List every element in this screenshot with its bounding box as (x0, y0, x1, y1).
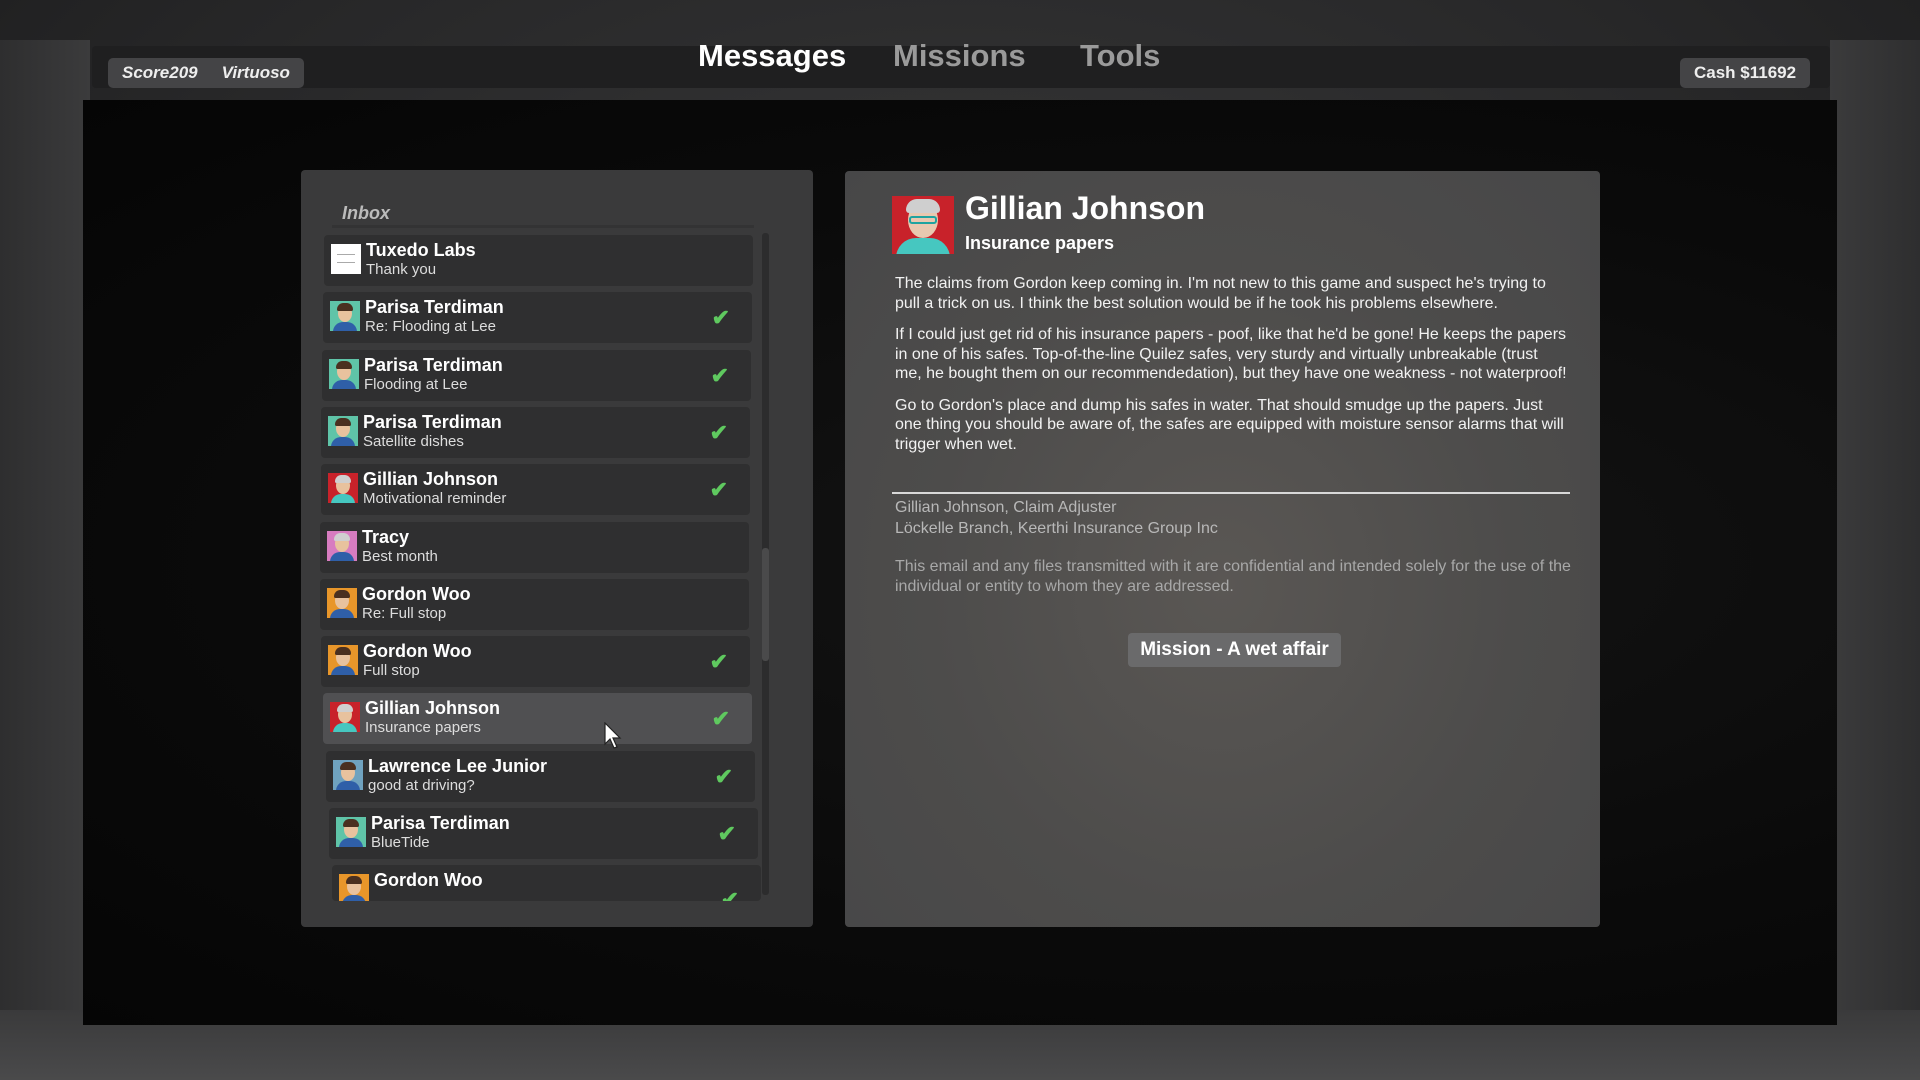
inbox-item-sender: Gillian Johnson (363, 469, 499, 490)
sender-avatar (327, 587, 357, 618)
inbox-scrollbar[interactable] (762, 233, 769, 895)
cash-badge: Cash $11692 (1680, 58, 1811, 88)
signature: Gillian Johnson, Claim Adjuster Löckelle… (895, 497, 1218, 539)
inbox-item-sender: Gordon Woo (374, 870, 483, 891)
sender-avatar (329, 358, 359, 389)
signature-line: Gillian Johnson, Claim Adjuster (895, 499, 1117, 516)
inbox-item[interactable]: Parisa Terdiman Flooding at Lee ✔ (322, 349, 751, 401)
check-icon: ✔ (711, 706, 730, 732)
sender-avatar (328, 415, 358, 446)
inbox-item-subject: BlueTide (371, 834, 430, 851)
inbox-item-sender: Parisa Terdiman (371, 813, 510, 833)
inbox-item[interactable]: Gordon Woo Full stop ✔ (321, 636, 750, 688)
mouse-pointer-icon (604, 722, 622, 749)
wall-left (0, 40, 90, 1080)
inbox-item-subject: good at driving? (368, 776, 475, 794)
inbox-item[interactable]: Parisa Terdiman Re: Flooding at Lee ✔ (323, 292, 752, 344)
sender-avatar (331, 244, 361, 274)
inbox-item-sender: Tracy (362, 526, 410, 547)
tab-missions[interactable]: Missions (893, 38, 1026, 74)
message-subject: Insurance papers (965, 233, 1115, 253)
score-badge: Score209 Virtuoso (108, 58, 304, 88)
inbox-item-subject: Thank you (366, 261, 437, 278)
inbox-item[interactable]: Parisa Terdiman Satellite dishes ✔ (321, 406, 750, 458)
inbox-item-sender: Gordon Woo (362, 583, 471, 604)
sender-avatar (328, 645, 358, 676)
check-icon: ✔ (710, 362, 729, 388)
inbox-item-sender: Tuxedo Labs (366, 240, 476, 260)
inbox-item-subject: Flooding at Lee (364, 375, 468, 393)
inbox-item-subject: Motivational reminder (363, 490, 507, 508)
message-paragraph: Go to Gordon's place and dump his safes … (895, 396, 1564, 453)
sender-avatar (892, 196, 954, 254)
sender-avatar (333, 759, 363, 790)
score-value: Score209 (122, 63, 198, 82)
check-icon: ✔ (717, 821, 736, 846)
inbox-item-subject: Re: Flooding at Lee (365, 318, 496, 336)
inbox-item-sender: Gordon Woo (363, 641, 472, 662)
inbox-item[interactable]: Gillian Johnson Motivational reminder ✔ (321, 464, 750, 516)
wall-right (1830, 40, 1920, 1080)
signature-line: Löckelle Branch, Keerthi Insurance Group… (895, 520, 1218, 537)
check-icon: ✔ (709, 477, 728, 503)
message-sender: Gillian Johnson (965, 190, 1206, 226)
inbox-label: Inbox (342, 203, 390, 223)
check-icon: ✔ (711, 305, 730, 331)
inbox-item[interactable]: Tracy Best month (320, 521, 749, 573)
check-icon: ✔ (709, 419, 728, 445)
mission-button[interactable]: Mission - A wet affair (1128, 633, 1341, 667)
inbox-item-subject: Insurance papers (365, 719, 481, 737)
inbox-item[interactable]: Tuxedo Labs Thank you (324, 235, 753, 286)
check-icon: ✔ (714, 763, 733, 789)
inbox-item[interactable]: Gordon Woo ✔ (332, 865, 761, 902)
inbox-item-sender: Parisa Terdiman (363, 411, 502, 432)
disclaimer: This email and any files transmitted wit… (895, 558, 1571, 595)
message-paragraph: If I could just get rid of his insurance… (895, 326, 1567, 382)
check-icon: ✔ (720, 887, 739, 902)
inbox-item-sender: Parisa Terdiman (365, 297, 504, 318)
sender-avatar (327, 530, 357, 561)
inbox-item-subject: Satellite dishes (363, 432, 464, 450)
sender-avatar (330, 702, 360, 733)
signature-divider (892, 492, 1570, 494)
message-paragraph: The claims from Gordon keep coming in. I… (895, 275, 1546, 312)
inbox-item[interactable]: Lawrence Lee Junior good at driving? ✔ (326, 750, 755, 802)
tab-messages[interactable]: Messages (698, 38, 846, 74)
rank-label: Virtuoso (221, 63, 290, 82)
inbox-item-subject: Full stop (363, 662, 420, 680)
scrollbar-thumb[interactable] (762, 548, 769, 661)
sender-avatar (328, 473, 358, 504)
inbox-item[interactable]: Parisa Terdiman BlueTide ✔ (329, 808, 758, 859)
inbox-item-sender: Lawrence Lee Junior (368, 755, 548, 776)
inbox-item[interactable]: Gordon Woo Re: Full stop (320, 578, 749, 630)
divider (332, 225, 754, 228)
sender-avatar (336, 817, 366, 847)
tab-tools[interactable]: Tools (1080, 38, 1160, 74)
inbox-item-sender: Gillian Johnson (365, 698, 501, 719)
check-icon: ✔ (709, 649, 728, 675)
message-body: The claims from Gordon keep coming in. I… (895, 274, 1567, 466)
inbox-item-sender: Parisa Terdiman (364, 354, 503, 375)
sender-avatar (339, 874, 369, 902)
inbox-item-subject: Best month (362, 547, 438, 565)
inbox-item-subject: Re: Full stop (362, 604, 447, 622)
sender-avatar (330, 301, 360, 332)
cash-value: Cash $11692 (1694, 63, 1797, 82)
inbox-item[interactable]: Gillian Johnson Insurance papers ✔ (323, 693, 752, 745)
